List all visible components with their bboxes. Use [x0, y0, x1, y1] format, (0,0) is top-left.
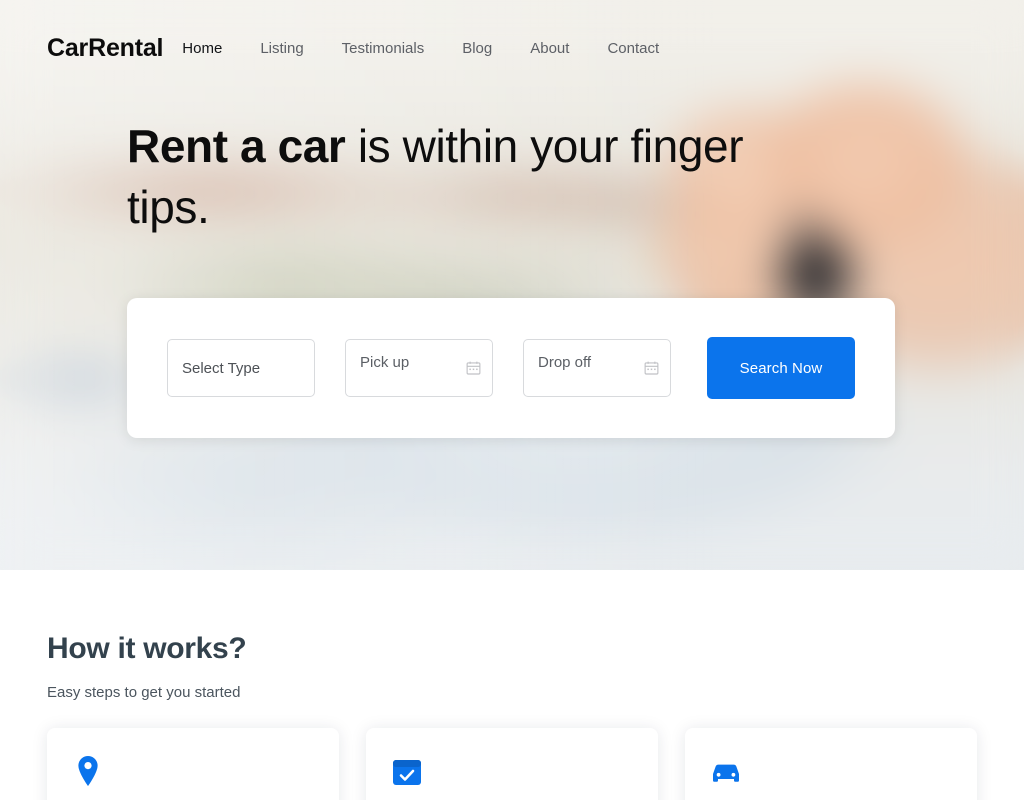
nav-item-blog: Blog: [443, 34, 511, 63]
nav-link-testimonials[interactable]: Testimonials: [323, 34, 444, 63]
nav-item-testimonials: Testimonials: [323, 34, 444, 63]
main-navigation: Home Listing Testimonials Blog About Con…: [163, 34, 678, 63]
hero-content: Rent a car is within your finger tips.: [0, 96, 1024, 238]
search-now-button[interactable]: Search Now: [707, 337, 855, 399]
section-title: How it works?: [47, 632, 247, 665]
location-pin-icon: [71, 754, 105, 788]
pickup-label: Pick up: [360, 353, 410, 371]
hero-title: Rent a car is within your finger tips.: [127, 116, 747, 238]
dropoff-label: Drop off: [538, 353, 592, 371]
car-icon: [709, 754, 743, 788]
nav-item-home: Home: [163, 34, 241, 63]
calendar-icon[interactable]: [466, 361, 481, 376]
select-type-field[interactable]: Select Type: [167, 339, 315, 397]
step-card[interactable]: [366, 728, 658, 800]
hero-section: CarRental Home Listing Testimonials Blog…: [0, 0, 1024, 570]
nav-item-contact: Contact: [588, 34, 678, 63]
nav-link-about[interactable]: About: [511, 34, 588, 63]
select-type-label: Select Type: [182, 359, 261, 377]
calendar-icon[interactable]: [644, 361, 659, 376]
hero-title-emphasis: Rent a car: [127, 120, 346, 172]
how-it-works-section: How it works? Easy steps to get you star…: [0, 570, 1024, 800]
nav-item-listing: Listing: [241, 34, 322, 63]
brand-logo[interactable]: CarRental: [47, 35, 163, 61]
nav-item-about: About: [511, 34, 588, 63]
search-card: Select Type Pick up Drop off Search Now: [127, 298, 895, 438]
nav-link-contact[interactable]: Contact: [588, 34, 678, 63]
steps-row: [47, 728, 977, 800]
dropoff-date-field[interactable]: Drop off: [523, 339, 671, 397]
section-subtitle: Easy steps to get you started: [47, 684, 241, 701]
nav-link-home[interactable]: Home: [163, 34, 241, 63]
nav-list: Home Listing Testimonials Blog About Con…: [163, 34, 678, 63]
step-card[interactable]: [685, 728, 977, 800]
nav-link-blog[interactable]: Blog: [443, 34, 511, 63]
calendar-check-icon: [390, 754, 424, 788]
nav-link-listing[interactable]: Listing: [241, 34, 322, 63]
navbar: CarRental Home Listing Testimonials Blog…: [0, 0, 1024, 96]
pickup-date-field[interactable]: Pick up: [345, 339, 493, 397]
step-card[interactable]: [47, 728, 339, 800]
